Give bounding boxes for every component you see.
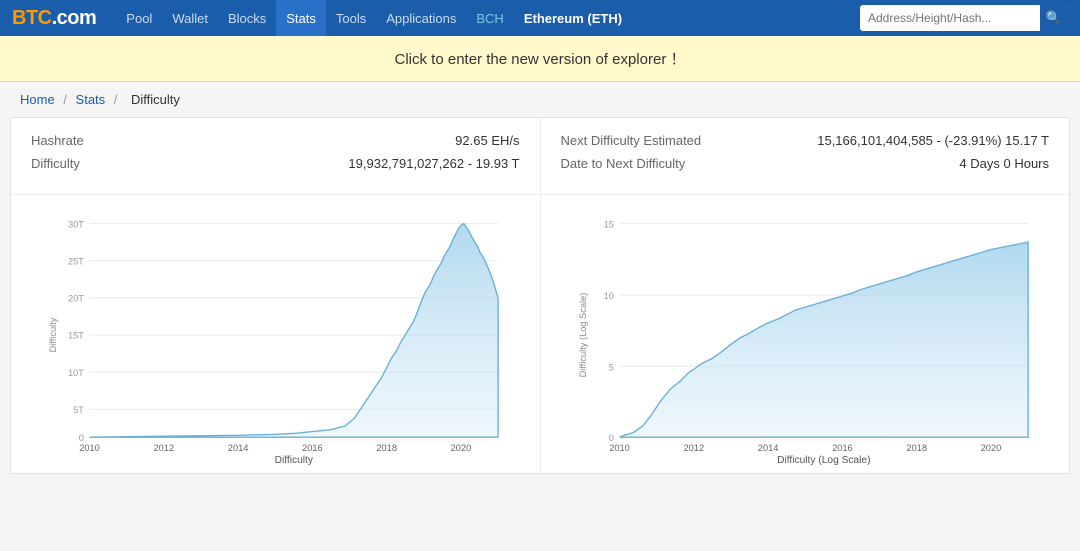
search-box: 🔍 [860, 5, 1068, 31]
chart-right-svg: Difficulty (Log Scale) 15 10 5 0 2010 20… [551, 205, 1060, 465]
breadcrumb-sep-1: / [63, 92, 70, 107]
xtick-2010-left: 2010 [79, 443, 100, 453]
difficulty-label: Difficulty [31, 156, 80, 171]
banner-text: Click to enter the new version of explor… [395, 51, 686, 68]
tick-5t: 5T [73, 405, 84, 415]
chart-right-container: Difficulty (Log Scale) 15 10 5 0 2010 20… [541, 195, 1070, 473]
tick-5: 5 [608, 362, 613, 372]
brand-logo[interactable]: BTC.com [12, 7, 96, 30]
xtick-2020-right: 2020 [980, 443, 1001, 453]
date-next-label: Date to Next Difficulty [561, 156, 686, 171]
main-content: Hashrate 92.65 EH/s Difficulty 19,932,79… [10, 117, 1070, 474]
nav-applications[interactable]: Applications [376, 0, 466, 36]
nav-links: Pool Wallet Blocks Stats Tools Applicati… [116, 0, 860, 36]
tick-10: 10 [603, 291, 613, 301]
xtick-2010-right: 2010 [609, 443, 630, 453]
next-diff-label: Next Difficulty Estimated [561, 133, 702, 148]
xtick-2016-left: 2016 [302, 443, 323, 453]
tick-25t: 25T [68, 256, 84, 266]
breadcrumb: Home / Stats / Difficulty [0, 82, 1080, 117]
nav-tools[interactable]: Tools [326, 0, 376, 36]
xtick-2020-left: 2020 [451, 443, 472, 453]
breadcrumb-current: Difficulty [131, 92, 180, 107]
tick-20t: 20T [68, 294, 84, 304]
tick-0-right: 0 [608, 433, 613, 443]
breadcrumb-stats[interactable]: Stats [76, 92, 106, 107]
chart-left-container: Difficulty 30T 25T 20T 15T 10T 5T 0 [11, 195, 541, 473]
xtick-2014-right: 2014 [757, 443, 778, 453]
new-version-banner[interactable]: Click to enter the new version of explor… [0, 36, 1080, 82]
left-stats-panel: Hashrate 92.65 EH/s Difficulty 19,932,79… [11, 118, 541, 194]
date-next-value: 4 Days 0 Hours [959, 156, 1049, 171]
xtick-2012-right: 2012 [683, 443, 704, 453]
tick-10t: 10T [68, 368, 84, 378]
nav-eth[interactable]: Ethereum (ETH) [514, 0, 632, 36]
chart-left-svg: Difficulty 30T 25T 20T 15T 10T 5T 0 [21, 205, 530, 465]
xtick-2012-left: 2012 [154, 443, 175, 453]
stats-row: Hashrate 92.65 EH/s Difficulty 19,932,79… [11, 118, 1069, 195]
search-button[interactable]: 🔍 [1040, 5, 1068, 31]
tick-15: 15 [603, 219, 613, 229]
difficulty-item: Difficulty 19,932,791,027,262 - 19.93 T [31, 156, 520, 171]
tick-15t: 15T [68, 331, 84, 341]
nav-bch[interactable]: BCH [466, 0, 513, 36]
nav-pool[interactable]: Pool [116, 0, 162, 36]
next-diff-item: Next Difficulty Estimated 15,166,101,404… [561, 133, 1050, 148]
navbar: BTC.com Pool Wallet Blocks Stats Tools A… [0, 0, 1080, 36]
nav-stats[interactable]: Stats [276, 0, 326, 36]
right-stats-panel: Next Difficulty Estimated 15,166,101,404… [541, 118, 1070, 194]
nav-wallet[interactable]: Wallet [162, 0, 218, 36]
chart-right-x-label: Difficulty (Log Scale) [777, 455, 870, 465]
hashrate-item: Hashrate 92.65 EH/s [31, 133, 520, 148]
xtick-2016-right: 2016 [832, 443, 853, 453]
chart-left-x-label: Difficulty [275, 455, 314, 465]
xtick-2014-left: 2014 [228, 443, 249, 453]
xtick-2018-left: 2018 [376, 443, 397, 453]
breadcrumb-home[interactable]: Home [20, 92, 55, 107]
xtick-2018-right: 2018 [906, 443, 927, 453]
chart-right-y-label: Difficulty (Log Scale) [578, 293, 588, 378]
brand-btc: BTC [12, 7, 52, 29]
hashrate-label: Hashrate [31, 133, 84, 148]
chart-right-area [619, 242, 1028, 437]
search-input[interactable] [860, 11, 1040, 25]
next-diff-value: 15,166,101,404,585 - (-23.91%) 15.17 T [817, 133, 1049, 148]
chart-left-y-label: Difficulty [48, 317, 58, 352]
breadcrumb-sep-2: / [114, 92, 121, 107]
hashrate-value: 92.65 EH/s [455, 133, 519, 148]
brand-com: .com [52, 7, 97, 29]
tick-30t: 30T [68, 219, 84, 229]
nav-blocks[interactable]: Blocks [218, 0, 276, 36]
tick-0: 0 [79, 433, 84, 443]
chart-left-area [90, 224, 499, 438]
charts-row: Difficulty 30T 25T 20T 15T 10T 5T 0 [11, 195, 1069, 473]
date-next-item: Date to Next Difficulty 4 Days 0 Hours [561, 156, 1050, 171]
difficulty-value: 19,932,791,027,262 - 19.93 T [348, 156, 519, 171]
